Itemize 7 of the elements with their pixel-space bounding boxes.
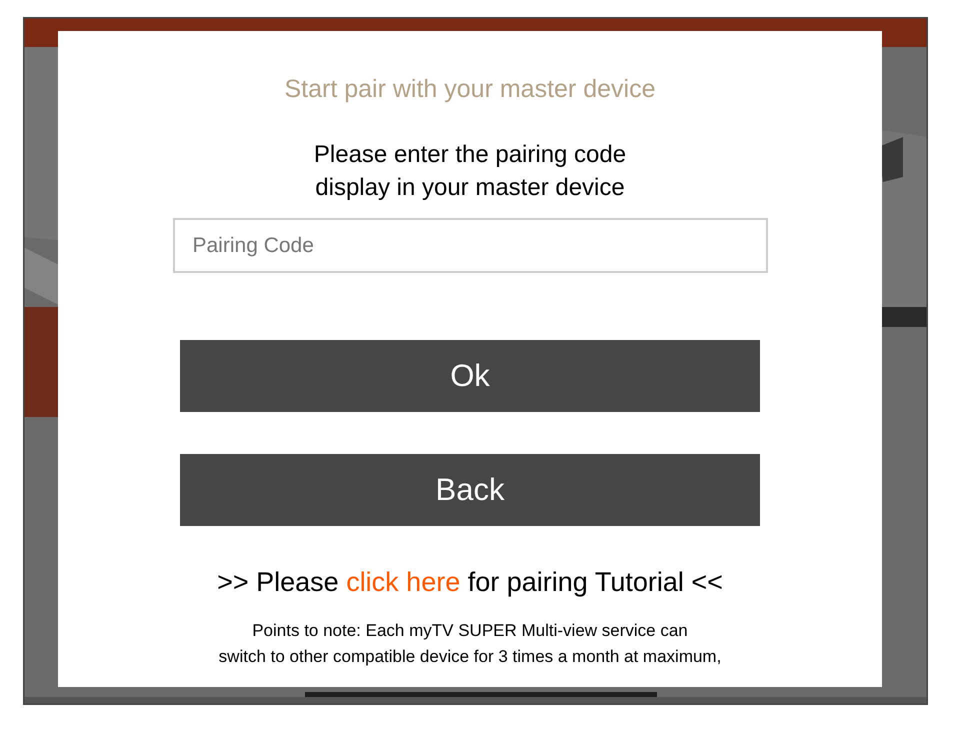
back-button[interactable]: Back [180,454,760,526]
ok-button[interactable]: Ok [180,340,760,412]
instruction-text: Please enter the pairing code display in your master device [314,140,626,203]
tutorial-text: >> Please click here for pairing Tutorial << [217,566,723,599]
note-text: Points to note: Each myTV SUPER Multi-view service can switch to other compatible device for 3 times a month at maximum, [218,620,722,668]
pairing-code-field[interactable]: Pairing Code [172,218,768,273]
dialog-title: Start pair with your master device [284,74,656,104]
